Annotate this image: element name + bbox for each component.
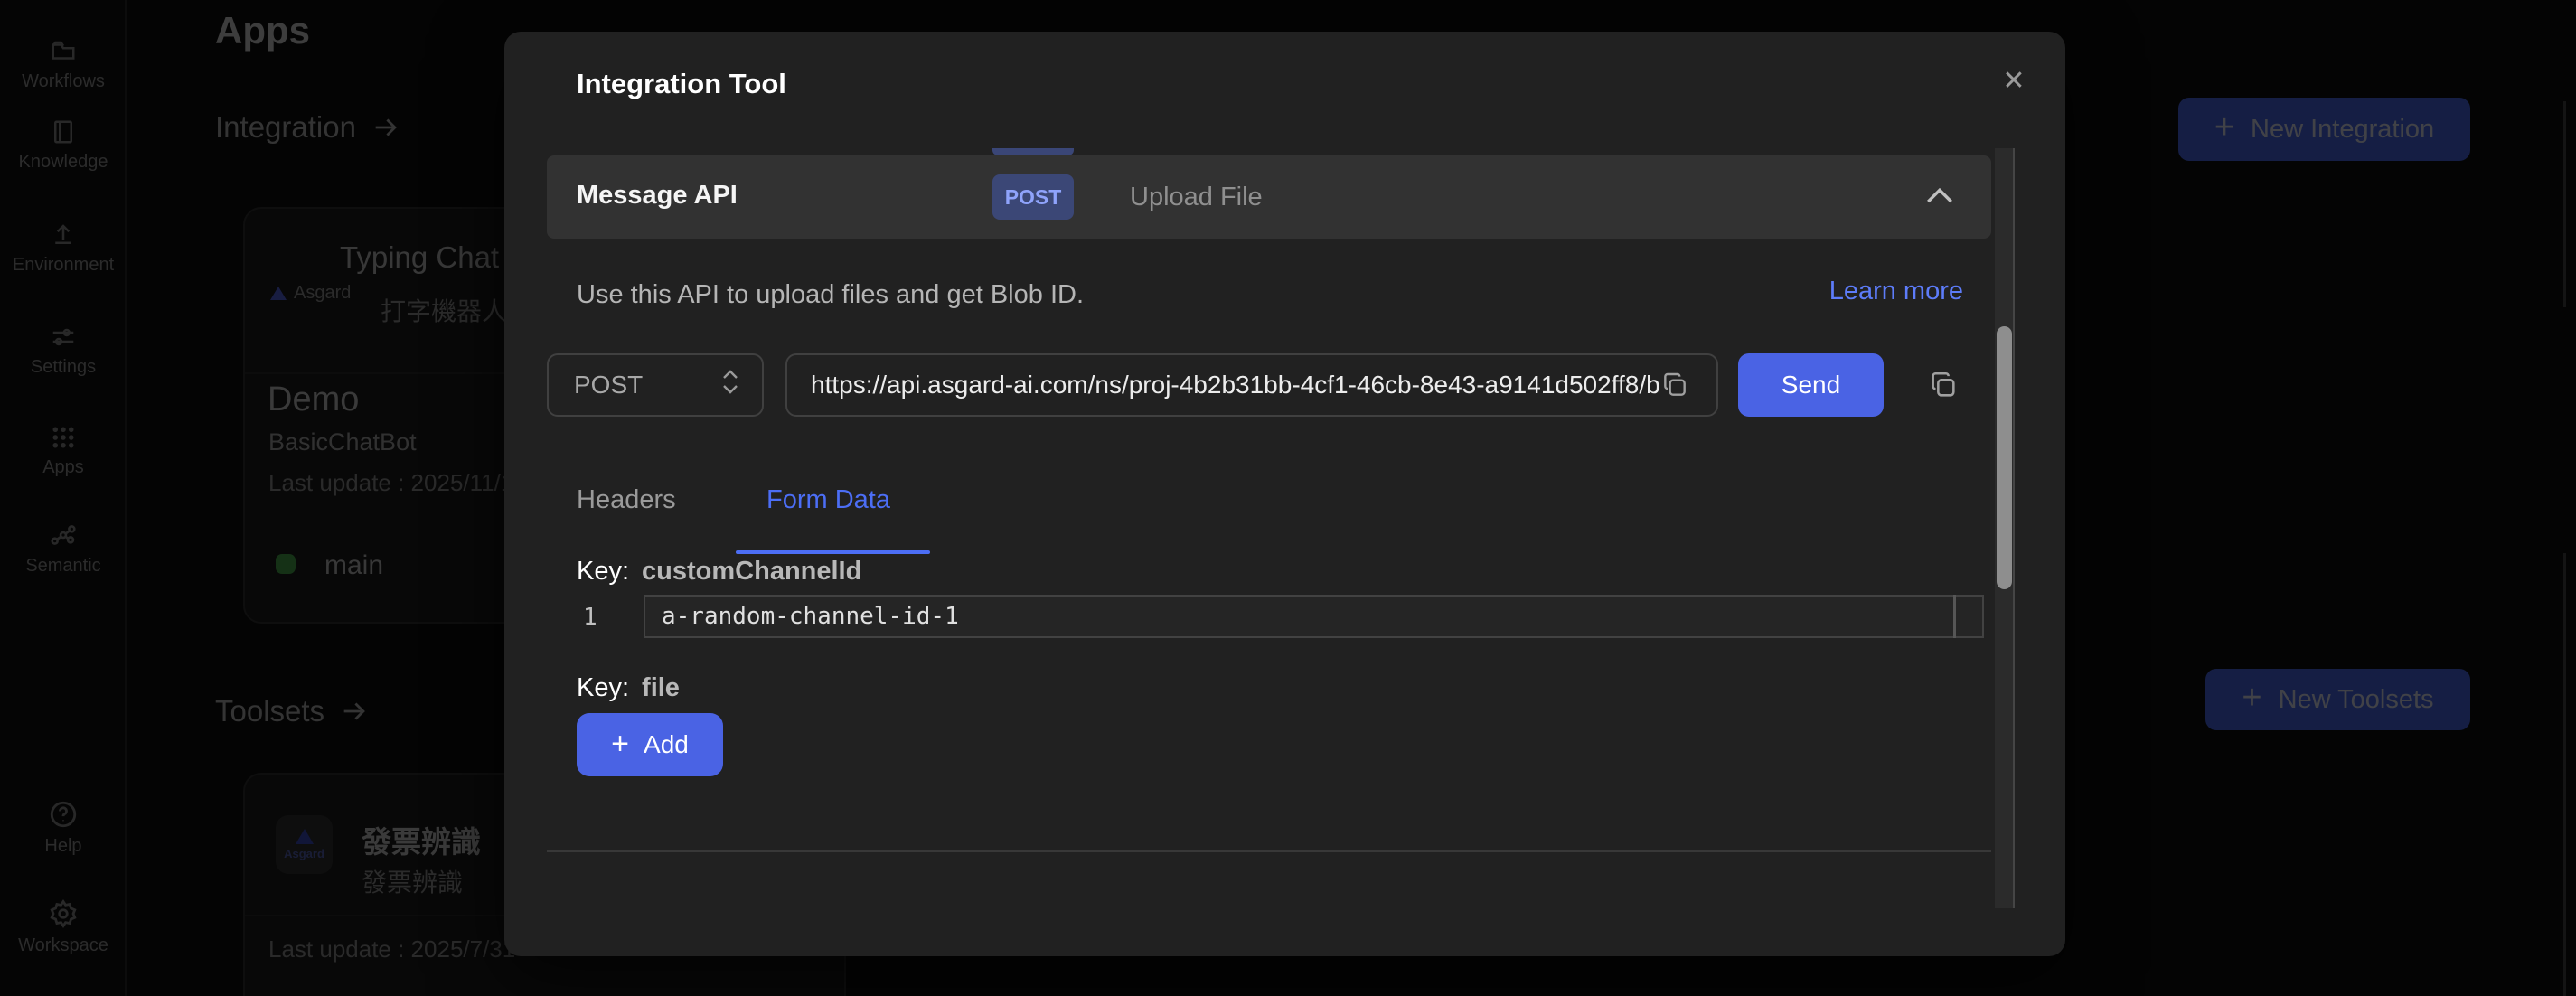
select-chevrons-icon — [722, 370, 738, 394]
modal-title: Integration Tool — [577, 68, 786, 100]
send-button-label: Send — [1782, 371, 1840, 399]
method-select-value: POST — [574, 371, 643, 399]
key-value: file — [642, 673, 680, 703]
integration-tool-modal: Integration Tool ✕ Message API POST Uplo… — [504, 32, 2065, 956]
modal-footer-divider — [547, 850, 1991, 852]
modal-scroll-area: Message API POST Upload File Use this AP… — [547, 148, 1991, 908]
key-value: customChannelId — [642, 557, 861, 587]
scrollbar-thumb[interactable] — [1997, 326, 2012, 589]
screen: Workflows Knowledge Environment Settings… — [0, 0, 2576, 996]
method-badge: POST — [992, 174, 1074, 220]
chevron-up-icon[interactable] — [1924, 184, 1955, 206]
add-file-button[interactable]: + Add — [577, 713, 723, 776]
section-name: Message API — [577, 181, 738, 211]
key-label: Key: — [577, 673, 629, 703]
api-description: Use this API to upload files and get Blo… — [577, 280, 1084, 310]
editor-content: a-random-channel-id-1 — [662, 603, 959, 630]
form-key-row: Key: file — [577, 673, 680, 703]
message-api-section-header[interactable]: Message API POST Upload File — [547, 155, 1991, 239]
send-button[interactable]: Send — [1738, 353, 1884, 417]
active-tab-underline — [736, 550, 930, 554]
editor-line-number: 1 — [583, 604, 597, 631]
url-input[interactable]: https://api.asgard-ai.com/ns/proj-4b2b31… — [785, 353, 1718, 417]
close-icon[interactable]: ✕ — [1988, 55, 2039, 106]
key-label: Key: — [577, 557, 629, 587]
add-button-label: Add — [644, 730, 689, 759]
learn-more-link[interactable]: Learn more — [1829, 277, 1963, 306]
method-select[interactable]: POST — [547, 353, 764, 417]
editor-cursor-column — [1953, 595, 1956, 638]
code-editor-input[interactable]: a-random-channel-id-1 — [644, 595, 1984, 638]
url-value: https://api.asgard-ai.com/ns/proj-4b2b31… — [811, 371, 1660, 399]
tab-form-data[interactable]: Form Data — [766, 485, 890, 515]
copy-url-icon[interactable] — [1660, 371, 1689, 399]
copy-request-icon[interactable] — [1928, 370, 1959, 400]
tab-headers[interactable]: Headers — [577, 485, 676, 515]
endpoint-name: Upload File — [1130, 183, 1263, 212]
previous-section-badge-sliver — [992, 148, 1074, 155]
form-key-row: Key: customChannelId — [577, 557, 861, 587]
